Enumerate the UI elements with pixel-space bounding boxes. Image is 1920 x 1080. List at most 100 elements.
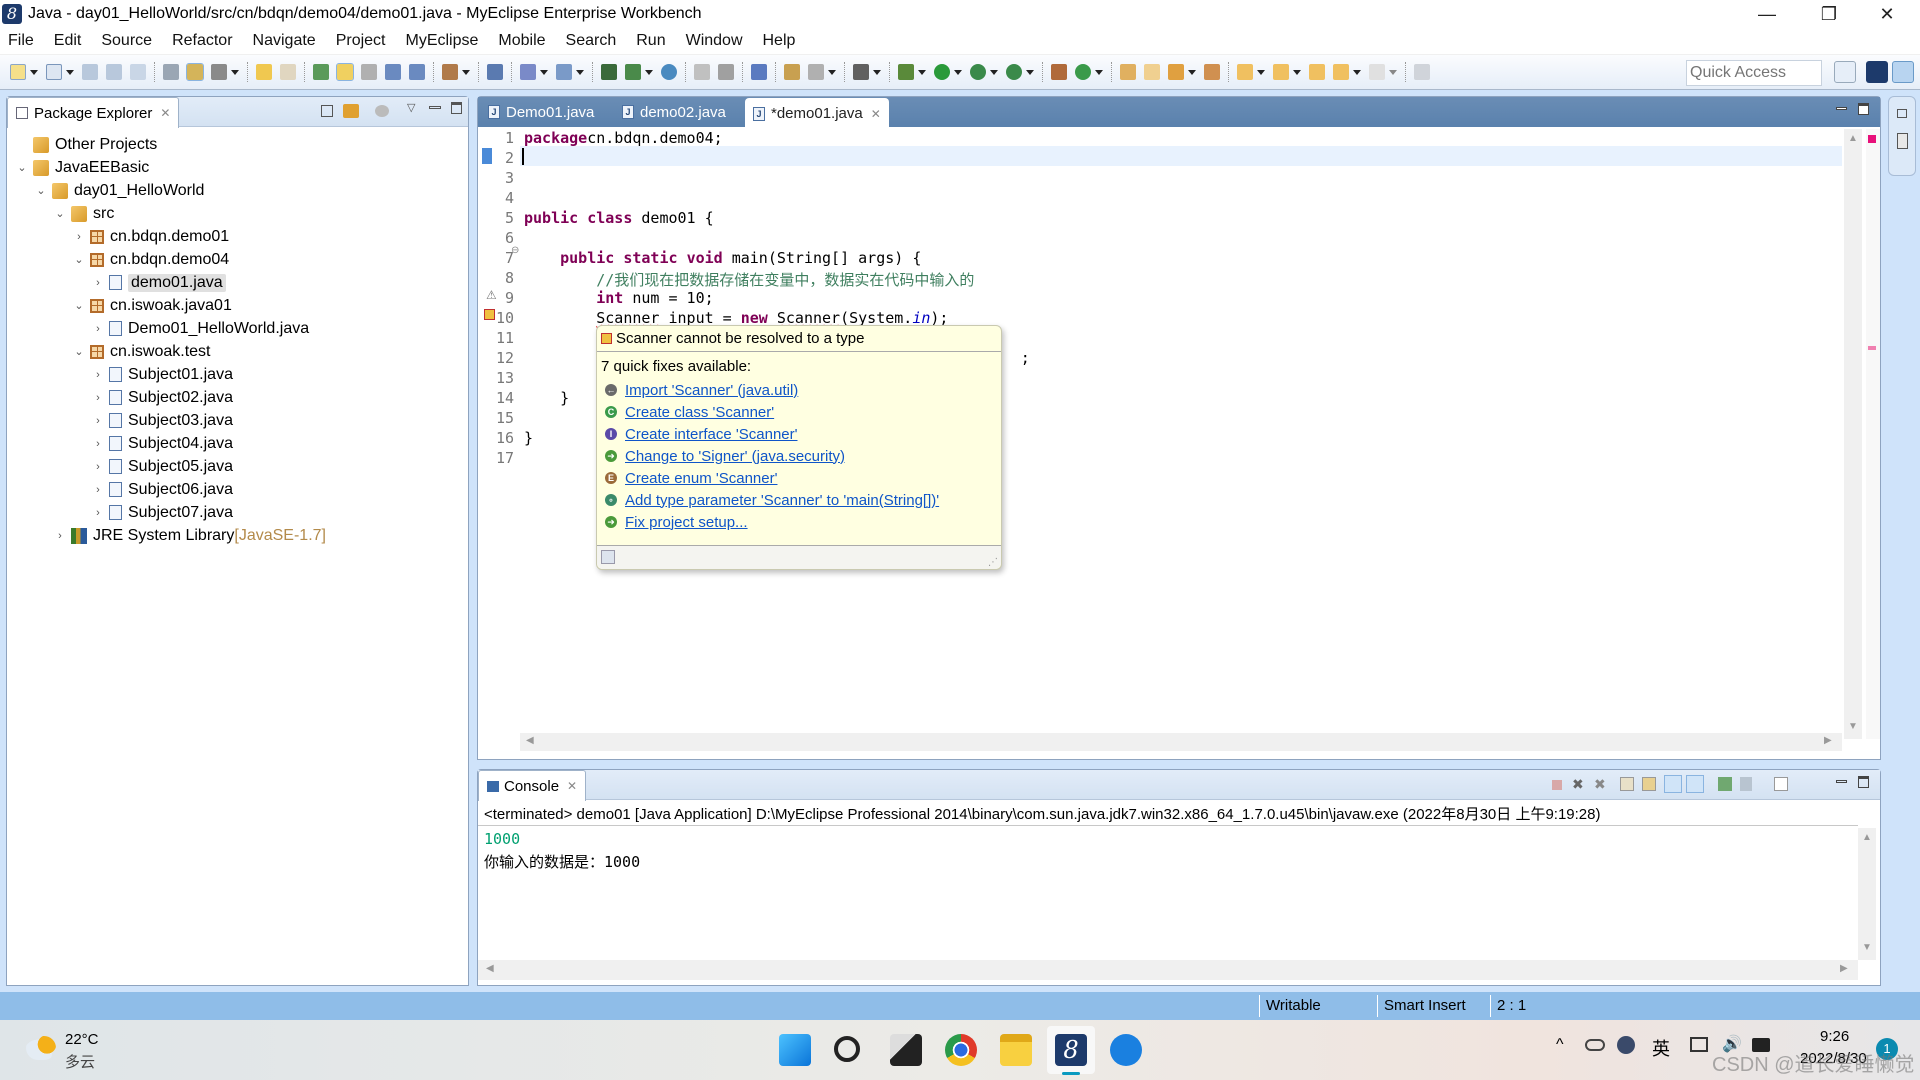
weather-temperature[interactable]: 22°C	[65, 1031, 99, 1048]
redeploy-icon[interactable]	[186, 63, 204, 81]
tree-item[interactable]: › Demo01_HelloWorld.java	[91, 317, 309, 340]
chevron-right-icon[interactable]: ›	[91, 438, 105, 450]
code-line[interactable]: public static void main(String[] args) {	[524, 249, 921, 267]
quick-fix-item[interactable]: ➜ Change to 'Signer' (java.security)	[597, 445, 1001, 467]
menu-file[interactable]: File	[8, 32, 34, 50]
quick-access-input[interactable]	[1686, 60, 1822, 86]
console-horizontal-scrollbar[interactable]: ◀ ▶	[478, 960, 1858, 980]
minimize-view-icon[interactable]	[429, 106, 441, 109]
next-annotation-icon[interactable]	[280, 64, 296, 80]
code-line[interactable]: packagecn.bdqn.demo04;	[524, 129, 723, 147]
chevron-right-icon[interactable]: ›	[53, 530, 67, 542]
tree-item[interactable]: › Subject07.java	[91, 501, 233, 524]
chevron-down-icon[interactable]: ⌄	[72, 253, 86, 266]
maximize-editor-icon[interactable]	[1858, 103, 1869, 115]
run-icon[interactable]	[934, 64, 950, 80]
quick-fix-link[interactable]: Change to 'Signer' (java.security)	[625, 448, 845, 465]
quick-fix-link[interactable]: Create interface 'Scanner'	[625, 426, 798, 443]
tab-demo02[interactable]: J demo02.java	[614, 97, 734, 127]
menu-mobile[interactable]: Mobile	[498, 32, 545, 50]
maximize-view-icon[interactable]	[451, 102, 462, 114]
chevron-right-icon[interactable]: ›	[91, 277, 105, 289]
close-icon[interactable]: ✕	[160, 106, 170, 120]
previous-edit-icon[interactable]	[1273, 64, 1289, 80]
focus-task-icon[interactable]	[375, 105, 389, 117]
myeclipse-perspective-icon[interactable]	[1866, 61, 1888, 83]
tree-item[interactable]: ⌄ cn.iswoak.test	[72, 340, 210, 363]
report-icon[interactable]	[784, 64, 800, 80]
tree-item[interactable]: ⌄ day01_HelloWorld	[34, 179, 204, 202]
menu-edit[interactable]: Edit	[54, 32, 82, 50]
forward-dropdown[interactable]	[1389, 69, 1397, 75]
back-dropdown[interactable]	[1353, 69, 1361, 75]
restore-button[interactable]: ❐	[1800, 0, 1858, 28]
show-on-stderr-icon[interactable]	[1686, 775, 1704, 793]
back-icon[interactable]	[1333, 64, 1349, 80]
quick-fix-item[interactable]: ← Import 'Scanner' (java.util)	[597, 379, 1001, 401]
new-icon[interactable]	[10, 64, 26, 80]
new-webservice-icon[interactable]	[520, 64, 536, 80]
webservice-dropdown[interactable]	[540, 69, 548, 75]
scroll-left-icon[interactable]: ◀	[486, 963, 494, 974]
open-perspective-icon[interactable]	[1834, 61, 1856, 83]
new-class-icon[interactable]	[1075, 64, 1091, 80]
network-icon[interactable]	[1690, 1037, 1708, 1052]
chevron-down-icon[interactable]: ⌄	[34, 184, 48, 197]
tab-console[interactable]: Console ✕	[478, 770, 587, 801]
start-windows-icon[interactable]	[779, 1034, 811, 1066]
tree-item[interactable]: › Subject02.java	[91, 386, 233, 409]
chevron-right-icon[interactable]: ›	[91, 369, 105, 381]
quick-fix-link[interactable]: Import 'Scanner' (java.util)	[625, 382, 798, 399]
configure-problem-icon[interactable]	[601, 550, 615, 564]
myeclipse-taskbar-icon[interactable]: 8	[1055, 1034, 1087, 1066]
chevron-down-icon[interactable]: ⌄	[72, 299, 86, 312]
scroll-up-icon[interactable]: ▲	[1848, 133, 1858, 144]
pin-editor-icon[interactable]	[1414, 64, 1430, 80]
outline-view-icon[interactable]	[1897, 133, 1908, 149]
security-icon[interactable]	[1617, 1036, 1635, 1054]
editor-vertical-scrollbar[interactable]: ▲ ▼	[1844, 129, 1862, 739]
scroll-down-icon[interactable]: ▼	[1848, 721, 1858, 732]
chevron-down-icon[interactable]: ⌄	[15, 161, 29, 174]
menu-source[interactable]: Source	[101, 32, 152, 50]
menu-run[interactable]: Run	[636, 32, 665, 50]
open-resource-icon[interactable]	[1204, 64, 1220, 80]
db-icon[interactable]	[601, 64, 617, 80]
web-dropdown[interactable]	[462, 69, 470, 75]
portal-dropdown[interactable]	[828, 69, 836, 75]
forward-icon[interactable]	[1369, 64, 1385, 80]
editor-horizontal-scrollbar[interactable]: ◀ ▶	[520, 733, 1842, 751]
scroll-right-icon[interactable]: ▶	[1840, 963, 1848, 974]
tree-item[interactable]: Other Projects	[33, 133, 157, 156]
new-web-project-icon[interactable]	[442, 64, 458, 80]
tab-demo01-active[interactable]: J *demo01.java ✕	[745, 98, 889, 129]
scroll-left-icon[interactable]: ◀	[526, 735, 534, 746]
java-perspective-icon[interactable]	[1892, 61, 1914, 83]
scroll-up-icon[interactable]: ▲	[1862, 832, 1872, 843]
new-project-icon[interactable]	[46, 64, 62, 80]
external-tools-icon[interactable]	[1006, 64, 1022, 80]
last-edit-location-icon[interactable]	[1309, 64, 1325, 80]
chevron-right-icon[interactable]: ›	[91, 323, 105, 335]
tab-demo01-upper[interactable]: J Demo01.java	[480, 97, 602, 127]
quick-fix-item[interactable]: I Create interface 'Scanner'	[597, 423, 1001, 445]
new-package-icon[interactable]	[1051, 64, 1067, 80]
open-type-hierarchy-icon[interactable]	[1120, 64, 1136, 80]
run-history-dropdown[interactable]	[990, 69, 998, 75]
terminate-icon[interactable]	[1552, 780, 1562, 790]
previous-annotation-icon[interactable]	[256, 64, 272, 80]
search-icon[interactable]	[834, 1036, 860, 1062]
open-console-icon[interactable]	[1774, 777, 1788, 791]
quick-fix-link[interactable]: Add type parameter 'Scanner' to 'main(St…	[625, 492, 939, 509]
block-selection-icon[interactable]	[385, 64, 401, 80]
tree-item[interactable]: ⌄ cn.iswoak.java01	[72, 294, 231, 317]
quick-fix-link[interactable]: Fix project setup...	[625, 514, 748, 531]
next-edit-icon[interactable]	[1237, 64, 1253, 80]
chrome-icon[interactable]	[945, 1034, 977, 1066]
console-vertical-scrollbar[interactable]: ▲ ▼	[1858, 828, 1876, 960]
scroll-lock-icon[interactable]	[1642, 777, 1656, 791]
clock-time[interactable]: 9:26	[1820, 1028, 1849, 1045]
previous-edit-dropdown[interactable]	[1293, 69, 1301, 75]
next-edit-dropdown[interactable]	[1257, 69, 1265, 75]
tree-item[interactable]: › Subject04.java	[91, 432, 233, 455]
